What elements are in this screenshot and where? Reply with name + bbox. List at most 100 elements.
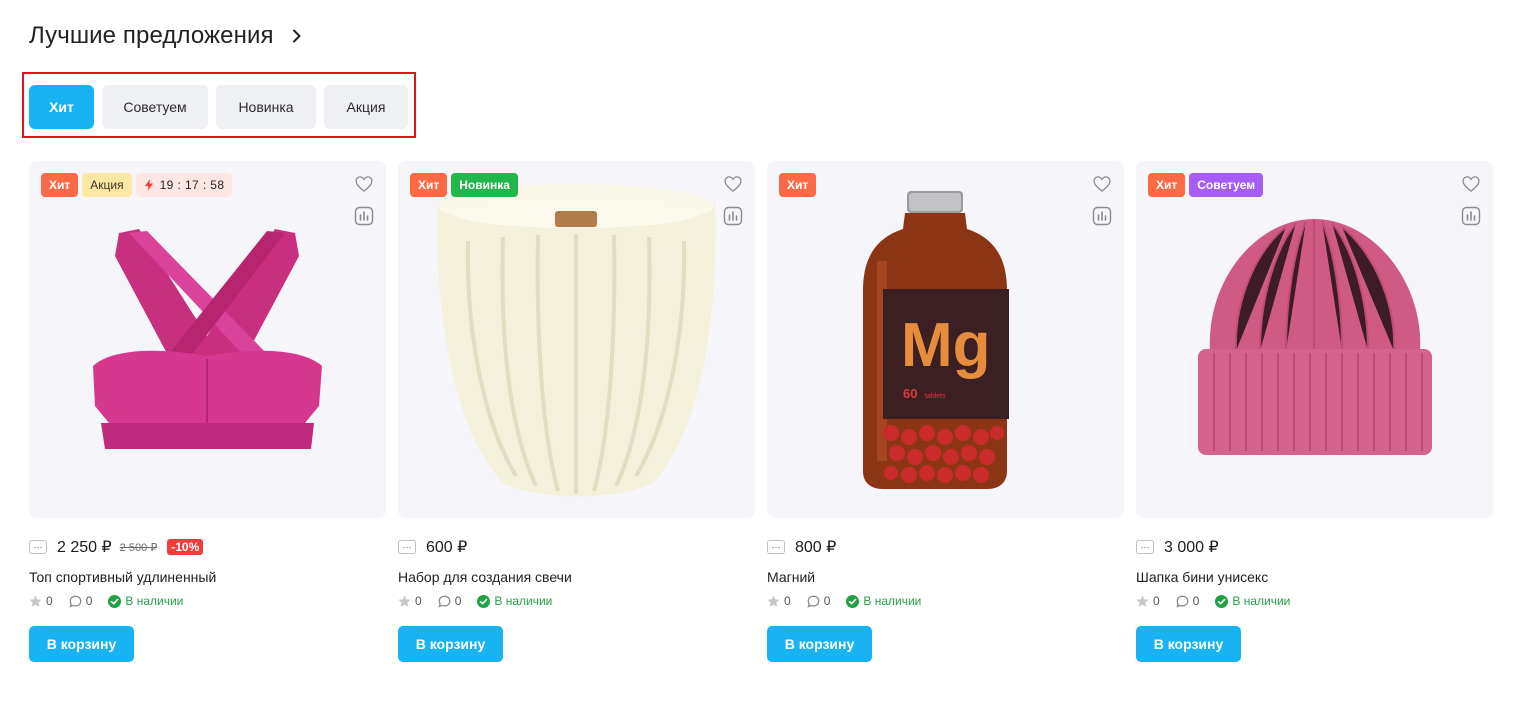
badge-sale: Акция	[82, 173, 132, 197]
discount-badge: -10%	[167, 539, 204, 555]
reviews-count: 0	[1192, 594, 1200, 608]
badges: Хит	[779, 173, 817, 197]
product-name[interactable]: Топ спортивный удлиненный	[29, 569, 386, 585]
price: 600 ₽	[426, 539, 468, 556]
badges: Хит Акция 19 : 17 : 58	[41, 173, 233, 197]
product-card[interactable]: Хит Mg 60 tablets ··· 800 ₽ Магний 0 0 В…	[767, 161, 1124, 662]
heart-icon[interactable]	[1461, 174, 1481, 194]
product-image-area[interactable]: Хит Новинка	[398, 161, 755, 518]
rating-value: 0	[46, 594, 53, 608]
add-to-cart-button[interactable]: В корзину	[1136, 626, 1241, 662]
chevron-right-icon[interactable]	[290, 29, 304, 43]
price-row: ··· 800 ₽	[767, 538, 1124, 556]
rating-value: 0	[1153, 594, 1160, 608]
stock-label: В наличии	[1232, 594, 1291, 608]
product-image-bottle: Mg 60 tablets	[863, 191, 1009, 489]
badges: Хит Новинка	[410, 173, 518, 197]
bottle-sub: 60	[903, 386, 917, 401]
rating-value: 0	[415, 594, 422, 608]
stock-label: В наличии	[125, 594, 184, 608]
stock-status: В наличии	[846, 594, 921, 608]
tab-sale[interactable]: Акция	[324, 85, 408, 129]
timer-value: 19 : 17 : 58	[159, 178, 225, 192]
product-image-area[interactable]: Хит Mg 60 tablets	[767, 161, 1124, 518]
heart-icon[interactable]	[723, 174, 743, 194]
rating-value: 0	[784, 594, 791, 608]
product-meta: 0 0 В наличии	[398, 593, 755, 609]
compare-icon[interactable]	[354, 206, 374, 226]
product-name[interactable]: Шапка бини унисекс	[1136, 569, 1493, 585]
tab-hit[interactable]: Хит	[29, 85, 94, 129]
price: 2 250 ₽	[57, 539, 112, 556]
countdown-timer: 19 : 17 : 58	[135, 173, 233, 197]
product-meta: 0 0 В наличии	[767, 593, 1124, 609]
check-circle-icon	[108, 594, 122, 608]
badges: Хит Советуем	[1148, 173, 1264, 197]
add-to-cart-button[interactable]: В корзину	[398, 626, 503, 662]
product-image-area[interactable]: Хит Советуем ...	[1136, 161, 1493, 518]
product-card[interactable]: Хит Акция 19 : 17 : 58 ... ··· 2 250	[29, 161, 386, 662]
stock-label: В наличии	[863, 594, 922, 608]
reviews-count: 0	[454, 594, 462, 608]
heart-icon[interactable]	[354, 174, 374, 194]
more-options-icon[interactable]: ···	[398, 540, 416, 554]
reviews-count: 0	[85, 594, 93, 608]
price-row: ··· 3 000 ₽	[1136, 538, 1493, 556]
gallery-dots[interactable]: ...	[1301, 514, 1315, 518]
heart-icon[interactable]	[1092, 174, 1112, 194]
comment-icon	[438, 595, 451, 608]
section-header[interactable]: Лучшие предложения	[29, 22, 304, 50]
badge-hit: Хит	[1148, 173, 1186, 197]
add-to-cart-button[interactable]: В корзину	[767, 626, 872, 662]
product-image-beanie	[1198, 219, 1432, 455]
price: 800 ₽	[795, 539, 837, 556]
price: 3 000 ₽	[1164, 539, 1219, 556]
product-meta: 0 0 В наличии	[1136, 593, 1493, 609]
compare-icon[interactable]	[723, 206, 743, 226]
bottle-sub-2: tablets	[925, 393, 946, 400]
stock-status: В наличии	[477, 594, 552, 608]
star-icon	[398, 595, 411, 607]
filter-tabs: Хит Советуем Новинка Акция	[29, 85, 408, 129]
price-row: ··· 2 250 ₽ 2 500 ₽ -10%	[29, 538, 386, 556]
tab-new[interactable]: Новинка	[216, 85, 316, 129]
comment-icon	[1176, 595, 1189, 608]
badge-hit: Хит	[779, 173, 817, 197]
more-options-icon[interactable]: ···	[767, 540, 785, 554]
comment-icon	[69, 595, 82, 608]
stock-status: В наличии	[1215, 594, 1290, 608]
old-price: 2 500 ₽	[119, 541, 158, 554]
check-circle-icon	[477, 594, 491, 608]
compare-icon[interactable]	[1092, 206, 1112, 226]
add-to-cart-button[interactable]: В корзину	[29, 626, 134, 662]
product-image-area[interactable]: Хит Акция 19 : 17 : 58 ...	[29, 161, 386, 518]
stock-label: В наличии	[494, 594, 553, 608]
badge-new: Новинка	[451, 173, 518, 197]
star-icon	[767, 595, 780, 607]
badge-hit: Хит	[410, 173, 448, 197]
product-name[interactable]: Набор для создания свечи	[398, 569, 755, 585]
more-options-icon[interactable]: ···	[29, 540, 47, 554]
more-options-icon[interactable]: ···	[1136, 540, 1154, 554]
product-name[interactable]: Магний	[767, 569, 1124, 585]
product-image-candle	[437, 184, 716, 497]
reviews-count: 0	[823, 594, 831, 608]
badge-hit: Хит	[41, 173, 79, 197]
section-title[interactable]: Лучшие предложения	[29, 22, 274, 50]
compare-icon[interactable]	[1461, 206, 1481, 226]
tab-recommended[interactable]: Советуем	[102, 85, 208, 129]
badge-recommended: Советуем	[1189, 173, 1264, 197]
stock-status: В наличии	[108, 594, 183, 608]
product-card[interactable]: Хит Новинка ··· 600 ₽ Набор для создания…	[398, 161, 755, 662]
lightning-icon	[144, 179, 153, 191]
star-icon	[1136, 595, 1149, 607]
product-grid: Хит Акция 19 : 17 : 58 ... ··· 2 250	[29, 161, 1493, 662]
price-row: ··· 600 ₽	[398, 538, 755, 556]
comment-icon	[807, 595, 820, 608]
gallery-dots[interactable]: ...	[194, 514, 208, 518]
check-circle-icon	[846, 594, 860, 608]
product-image-sports-top	[93, 229, 322, 449]
check-circle-icon	[1215, 594, 1229, 608]
product-card[interactable]: Хит Советуем ... ··· 3 000 ₽ Шапк	[1136, 161, 1493, 662]
product-meta: 0 0 В наличии	[29, 593, 386, 609]
